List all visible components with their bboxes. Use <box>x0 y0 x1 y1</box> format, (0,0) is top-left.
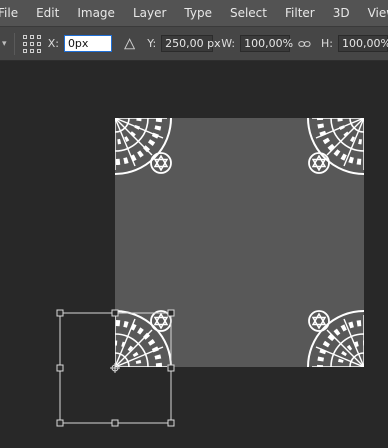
corner-ornaments <box>59 62 388 423</box>
artwork-overlay <box>56 0 388 427</box>
mandala-bottom-right <box>308 311 388 423</box>
star-ornament-top-right <box>308 152 330 174</box>
mandala-top-left <box>59 62 171 174</box>
reference-point-marker <box>110 363 120 373</box>
star-ornament-bottom-right <box>308 310 330 332</box>
star-ornament-top-left <box>150 152 172 174</box>
